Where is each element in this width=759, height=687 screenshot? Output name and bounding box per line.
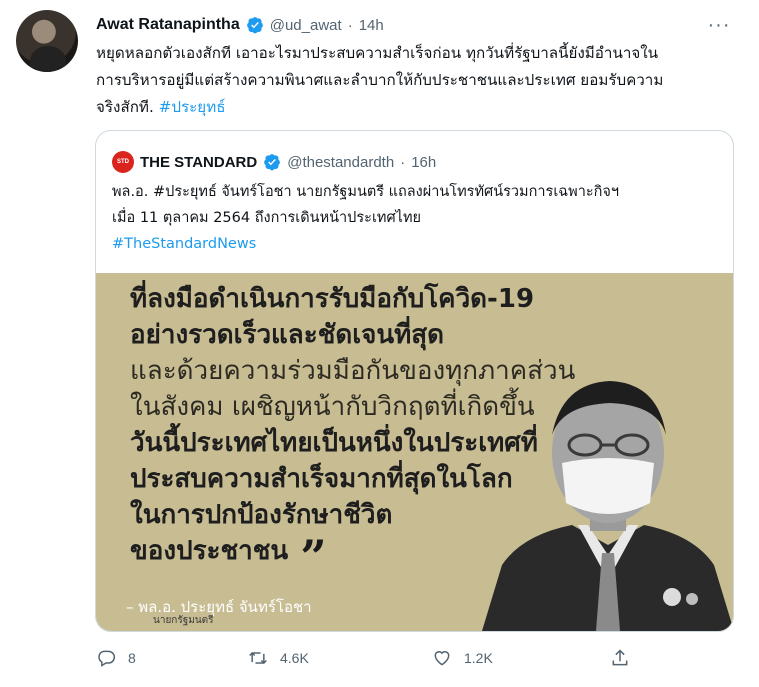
tweet-text-line-end: จริงสักที. <box>96 98 154 116</box>
quoted-tweet[interactable]: STD THE STANDARD @thestandardth · 16h พล… <box>95 130 734 632</box>
image-text-line-last: ของประชาชน ” <box>130 530 327 584</box>
avatar[interactable] <box>16 10 78 72</box>
quote-author-handle[interactable]: @thestandardth <box>287 154 394 171</box>
reply-count: 8 <box>128 650 136 666</box>
image-text-line: อย่างรวดเร็วและชัดเจนที่สุด <box>130 320 445 350</box>
share-icon <box>612 649 628 666</box>
quote-author-name[interactable]: THE STANDARD <box>140 154 257 171</box>
reply-button[interactable]: 8 <box>96 648 136 668</box>
the-standard-logo-icon[interactable]: STD <box>112 151 134 173</box>
retweet-button[interactable]: 4.6K <box>248 648 309 668</box>
reply-icon <box>98 650 116 667</box>
quote-hashtag-link[interactable]: #TheStandardNews <box>112 231 722 257</box>
like-icon <box>434 651 450 666</box>
quote-text: พล.อ. #ประยุทธ์ จันทร์โอชา นายกรัฐมนตรี … <box>112 179 722 257</box>
image-text-line: ประสบความสำเร็จมากที่สุดในโลก <box>130 464 513 494</box>
share-button[interactable] <box>610 648 630 668</box>
like-count: 1.2K <box>464 650 493 666</box>
image-text-line: ในการปกป้องรักษาชีวิต <box>130 500 393 530</box>
quote-header: STD THE STANDARD @thestandardth · 16h <box>112 151 436 173</box>
closing-quote-mark: ” <box>300 530 327 584</box>
tweet-text-line: การบริหารอยู่มีแต่สร้างความพินาศและลำบาก… <box>96 71 664 89</box>
tweet-actions: 8 4.6K 1.2K <box>96 648 656 672</box>
image-text-line: ของประชาชน <box>130 536 289 566</box>
tweet-header: Awat Ratanapintha @ud_awat · 14h <box>96 14 384 36</box>
quote-text-line: เมื่อ 11 ตุลาคม 2564 ถึงการเดินหน้าประเท… <box>112 210 422 226</box>
retweet-icon <box>249 651 267 665</box>
quote-image[interactable]: ที่ลงมือดำเนินการรับมือกับโควิด-19 อย่าง… <box>96 273 733 631</box>
quote-text-line: พล.อ. #ประยุทธ์ จันทร์โอชา นายกรัฐมนตรี … <box>112 184 620 200</box>
verified-badge-icon <box>264 154 281 171</box>
tweet-text-line: จริงสักที. #ประยุทธ์ <box>96 94 736 121</box>
tweet[interactable]: Awat Ratanapintha @ud_awat · 14h ··· หยุ… <box>0 0 759 687</box>
image-attribution-sub: นายกรัฐมนตรี <box>153 615 214 626</box>
image-text-line: ในสังคม เผชิญหน้ากับวิกฤตที่เกิดขึ้น <box>130 392 535 422</box>
more-dots-icon[interactable]: ··· <box>706 12 732 38</box>
retweet-count: 4.6K <box>280 650 309 666</box>
tweet-time[interactable]: 14h <box>359 17 384 34</box>
author-name[interactable]: Awat Ratanapintha <box>96 16 240 34</box>
separator-dot: · <box>400 153 406 171</box>
image-text-line: วันนี้ประเทศไทยเป็นหนึ่งในประเทศที่ <box>130 428 538 458</box>
verified-badge-icon <box>246 17 263 34</box>
like-button[interactable]: 1.2K <box>432 648 493 668</box>
image-text-line: ที่ลงมือดำเนินการรับมือกับโควิด-19 <box>130 284 535 314</box>
author-handle[interactable]: @ud_awat <box>270 17 342 34</box>
tweet-text: หยุดหลอกตัวเองสักที เอาอะไรมาประสบความสำ… <box>96 40 736 121</box>
hashtag-link[interactable]: #ประยุทธ์ <box>159 98 226 116</box>
separator-dot: · <box>347 16 353 34</box>
tweet-text-line: หยุดหลอกตัวเองสักที เอาอะไรมาประสบความสำ… <box>96 44 659 62</box>
quote-time[interactable]: 16h <box>411 154 436 171</box>
portrait-photo <box>482 381 733 631</box>
